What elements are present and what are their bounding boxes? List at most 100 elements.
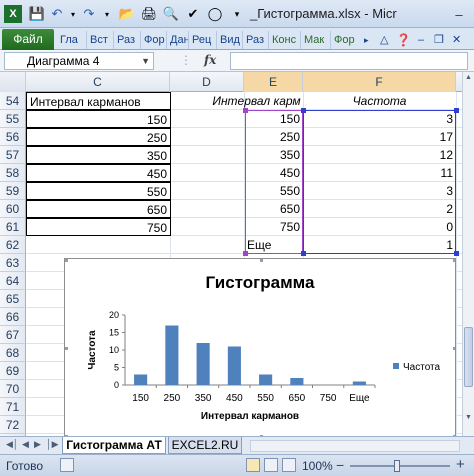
zoom-out-icon[interactable]: − bbox=[336, 457, 344, 473]
range-handle[interactable] bbox=[301, 108, 306, 113]
cell-c55[interactable]: 150 bbox=[26, 110, 171, 128]
row-header[interactable]: 65 bbox=[0, 290, 26, 308]
status-ready: Готово bbox=[6, 459, 44, 473]
histogram-chart[interactable]: Гистограмма 0 5 10 15 20 150 250 350 450 550 650 75… bbox=[64, 258, 456, 436]
open-icon[interactable]: 📂 bbox=[118, 5, 136, 23]
cell-c59[interactable]: 550 bbox=[26, 182, 171, 200]
range-handle[interactable] bbox=[243, 108, 248, 113]
row-header[interactable]: 63 bbox=[0, 254, 26, 272]
window-close-icon[interactable]: ✕ bbox=[452, 31, 466, 49]
sheet-tab-excel2[interactable]: EXCEL2.RU bbox=[168, 437, 242, 454]
range-handle[interactable] bbox=[454, 108, 459, 113]
cell-c56[interactable]: 250 bbox=[26, 128, 171, 146]
next-sheet-icon[interactable]: ▶ bbox=[34, 439, 41, 450]
normal-view-icon[interactable] bbox=[246, 458, 260, 472]
last-sheet-icon[interactable]: │▶ bbox=[46, 439, 59, 450]
ribbon-scroll-right-icon[interactable]: ▸ bbox=[364, 31, 374, 49]
spelling-icon[interactable]: ✔ bbox=[184, 5, 202, 23]
row-header[interactable]: 56 bbox=[0, 128, 26, 146]
worksheet-grid[interactable]: C D E F 54 55 56 57 58 59 60 61 62 63 64 65 66 67 68 69… bbox=[0, 72, 462, 436]
print-icon[interactable]: 🖨 bbox=[140, 5, 158, 23]
scroll-up-icon[interactable]: ▲ bbox=[463, 72, 474, 84]
redo-dropdown-icon[interactable]: ▾ bbox=[98, 5, 116, 23]
chevron-down-icon[interactable]: ▼ bbox=[141, 53, 150, 69]
print-preview-icon[interactable]: 🔍 bbox=[162, 5, 180, 23]
row-header[interactable]: 64 bbox=[0, 272, 26, 290]
window-restore-icon[interactable]: ❐ bbox=[434, 31, 446, 49]
cell-e54[interactable]: Интервал карм bbox=[210, 92, 303, 110]
tab-chart-format[interactable]: Фор bbox=[330, 31, 360, 49]
row-header[interactable]: 70 bbox=[0, 380, 26, 398]
help-circle-icon[interactable]: ◯ bbox=[206, 5, 224, 23]
vertical-scrollbar[interactable]: ▲ ▼ bbox=[462, 72, 474, 436]
horizontal-scrollbar[interactable] bbox=[250, 440, 460, 452]
zoom-slider-thumb[interactable] bbox=[394, 460, 400, 472]
scroll-down-icon[interactable]: ▼ bbox=[463, 412, 474, 424]
zoom-in-icon[interactable]: + bbox=[456, 456, 465, 473]
excel-app-icon[interactable]: X bbox=[4, 5, 22, 23]
page-break-view-icon[interactable] bbox=[282, 458, 296, 472]
range-handle[interactable] bbox=[454, 251, 459, 256]
column-header-e[interactable]: E bbox=[244, 72, 303, 92]
tab-insert[interactable]: Вст bbox=[86, 31, 113, 49]
chart-resize-handle bbox=[65, 347, 68, 350]
cell-c58[interactable]: 450 bbox=[26, 164, 171, 182]
column-header-d[interactable]: D bbox=[170, 72, 244, 92]
help-icon[interactable]: ❓ bbox=[396, 31, 412, 49]
macro-record-icon[interactable] bbox=[60, 458, 74, 472]
save-icon[interactable]: 💾 bbox=[28, 5, 46, 23]
row-header[interactable]: 59 bbox=[0, 182, 26, 200]
cell-c60[interactable]: 650 bbox=[26, 200, 171, 218]
formula-input[interactable] bbox=[230, 52, 468, 70]
cell-c57[interactable]: 350 bbox=[26, 146, 171, 164]
column-header-c[interactable]: C bbox=[26, 72, 170, 92]
range-handle[interactable] bbox=[301, 251, 306, 256]
tab-review[interactable]: Рец bbox=[188, 31, 216, 49]
file-tab[interactable]: Файл bbox=[2, 29, 54, 50]
minimize-button[interactable]: – bbox=[446, 5, 472, 23]
tab-formulas[interactable]: Фор bbox=[140, 31, 166, 49]
row-header[interactable]: 71 bbox=[0, 398, 26, 416]
tab-chart-design[interactable]: Конс bbox=[268, 31, 300, 49]
y-tick-label: 5 bbox=[114, 363, 119, 373]
chart-resize-handle bbox=[453, 259, 455, 262]
redo-icon[interactable]: ↷ bbox=[80, 5, 98, 23]
customize-qat-icon[interactable]: ▾ bbox=[228, 5, 246, 23]
name-box[interactable]: Диаграмма 4 ▼ bbox=[4, 52, 154, 70]
insert-function-icon[interactable]: fx bbox=[204, 53, 216, 67]
cell-c61[interactable]: 750 bbox=[26, 218, 171, 236]
zoom-slider[interactable] bbox=[350, 465, 450, 467]
row-header[interactable]: 55 bbox=[0, 110, 26, 128]
prev-sheet-icon[interactable]: ◀ bbox=[22, 439, 29, 450]
first-sheet-icon[interactable]: ◀│ bbox=[6, 439, 19, 450]
row-header[interactable]: 72 bbox=[0, 416, 26, 434]
row-header[interactable]: 67 bbox=[0, 326, 26, 344]
row-header[interactable]: 54 bbox=[0, 92, 26, 110]
tab-developer[interactable]: Раз bbox=[242, 31, 268, 49]
tab-data[interactable]: Дан bbox=[166, 31, 188, 49]
column-header-f[interactable]: F bbox=[303, 72, 456, 92]
range-handle[interactable] bbox=[243, 251, 248, 256]
window-minimize-icon[interactable]: – bbox=[418, 31, 430, 49]
row-header[interactable]: 68 bbox=[0, 344, 26, 362]
page-layout-view-icon[interactable] bbox=[264, 458, 278, 472]
row-header[interactable]: 69 bbox=[0, 362, 26, 380]
tab-home[interactable]: Гла bbox=[60, 31, 86, 49]
row-header[interactable]: 58 bbox=[0, 164, 26, 182]
row-header[interactable]: 60 bbox=[0, 200, 26, 218]
cell-c54[interactable]: Интервал карманов bbox=[26, 92, 171, 110]
cell-f54[interactable]: Частота bbox=[303, 92, 456, 110]
tab-chart-layout[interactable]: Мак bbox=[300, 31, 330, 49]
tab-view[interactable]: Вид bbox=[216, 31, 242, 49]
row-header[interactable]: 66 bbox=[0, 308, 26, 326]
row-header[interactable]: 62 bbox=[0, 236, 26, 254]
ribbon-expand-icon[interactable]: △ bbox=[380, 31, 394, 49]
select-all-corner[interactable] bbox=[0, 72, 26, 92]
sheet-tab-active[interactable]: Гистограмма АТ bbox=[62, 437, 166, 454]
row-header[interactable]: 61 bbox=[0, 218, 26, 236]
zoom-level[interactable]: 100% bbox=[302, 459, 333, 473]
vertical-scroll-thumb[interactable] bbox=[464, 327, 473, 387]
chart-plot-area[interactable]: 0 5 10 15 20 150 250 350 450 550 650 750 Еще Интервал… bbox=[65, 259, 455, 436]
row-header[interactable]: 57 bbox=[0, 146, 26, 164]
tab-page-layout[interactable]: Раз bbox=[113, 31, 140, 49]
